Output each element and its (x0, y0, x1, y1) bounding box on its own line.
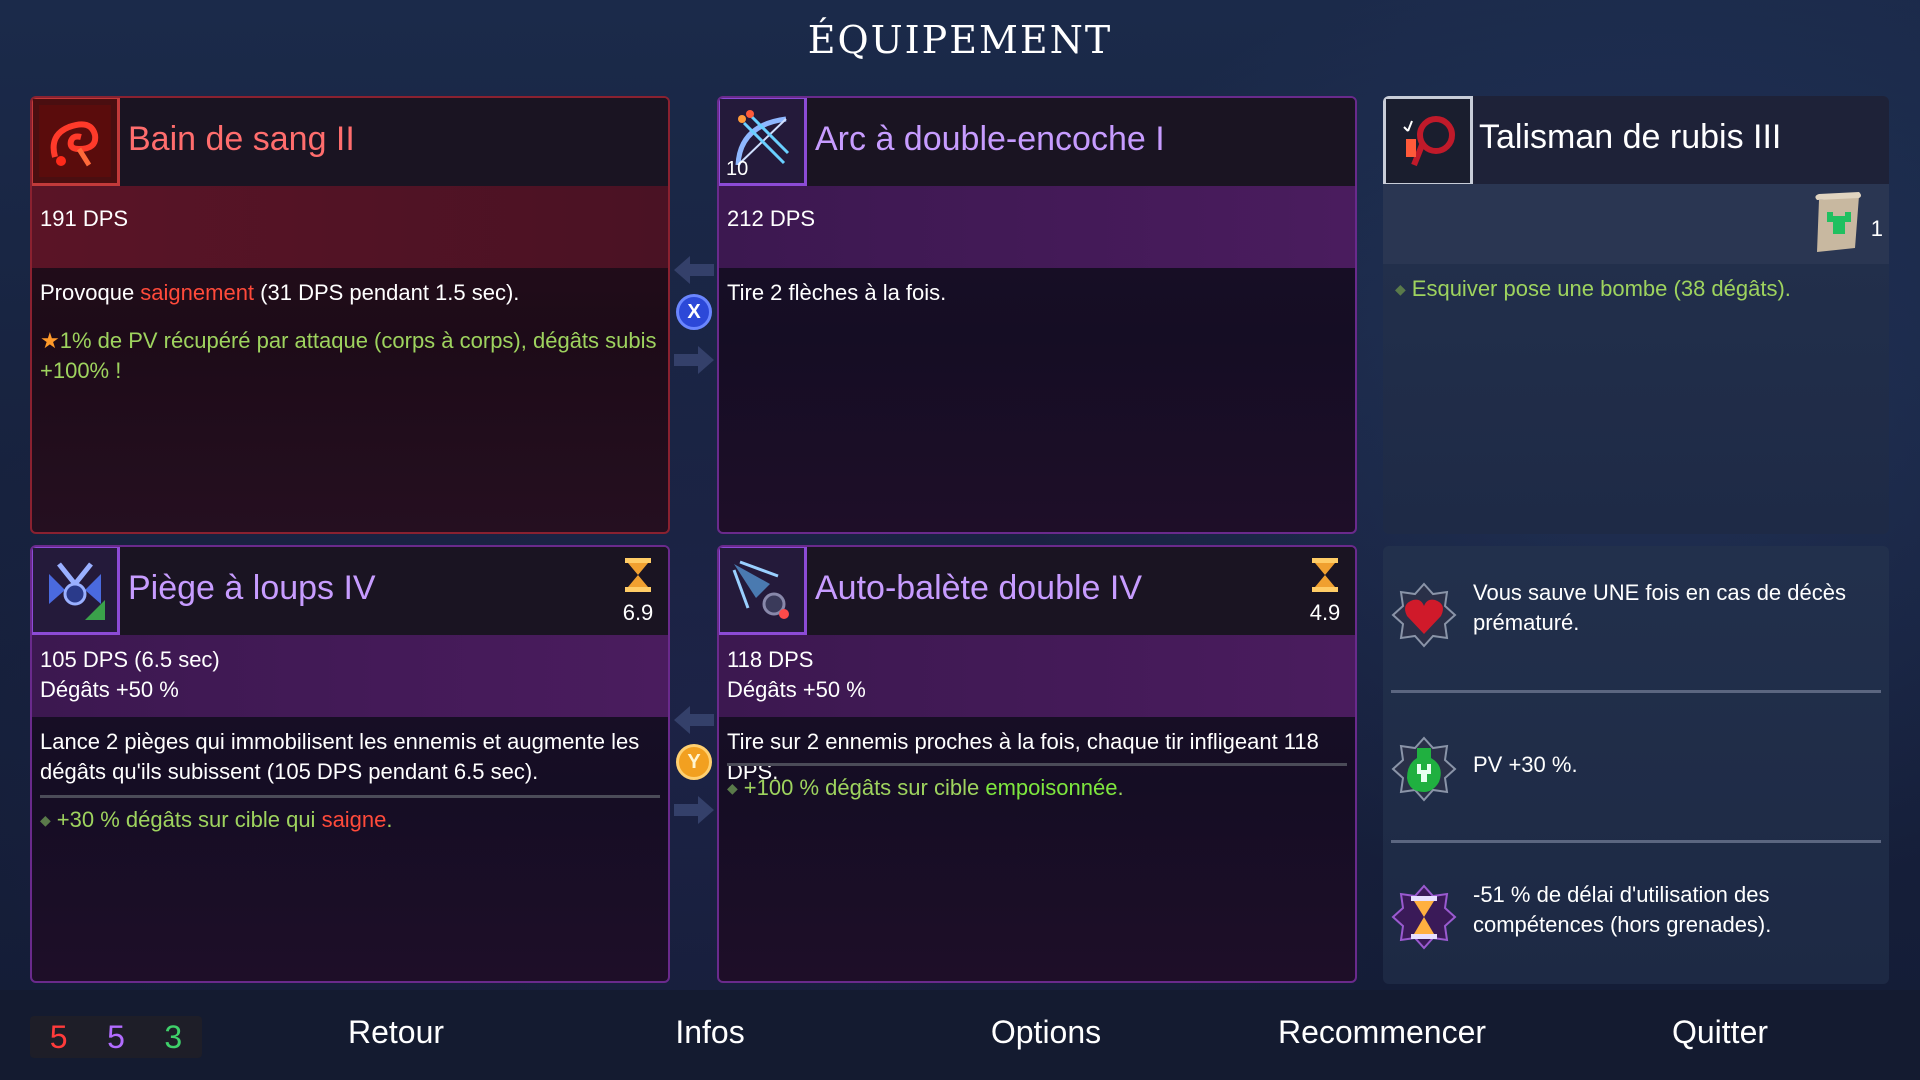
swap-arrow-right-icon (674, 346, 714, 374)
tactics-count: 5 (107, 1018, 125, 1055)
weapon-name: Bain de sang II (128, 120, 355, 158)
weapon-dps: 191 DPS (40, 206, 129, 231)
bleed-keyword: saigne (321, 807, 387, 832)
bottom-menu-bar (0, 990, 1920, 1080)
mutation-description: -51 % de délai d'utilisation des compéte… (1473, 882, 1772, 937)
cooldown-indicator: 4.9 (1303, 557, 1347, 626)
blood-whip-icon (32, 98, 120, 186)
swap-weapons-button[interactable]: X (676, 294, 712, 330)
divider (727, 763, 1347, 766)
desc-text: (31 DPS pendant 1.5 sec). (254, 280, 520, 305)
weapon-card-secondary[interactable]: 10 Arc à double-encoche I 212 DPS Tire 2… (717, 96, 1357, 534)
skill-bonus: ◆ +30 % dégâts sur cible qui saigne. (40, 805, 660, 835)
amulet-name: Talisman de rubis III (1479, 118, 1782, 156)
divider (1391, 840, 1881, 843)
bonus-text: . (386, 807, 393, 832)
wolf-trap-icon (32, 547, 120, 635)
weapon-description: Tire 2 flèches à la fois. (727, 280, 947, 305)
hourglass-mutation-icon (1391, 884, 1457, 950)
hourglass-icon (1312, 558, 1338, 592)
scroll-count: 1 (1870, 216, 1883, 241)
swap-arrow-left-icon (674, 706, 714, 734)
weapon-card-primary[interactable]: Bain de sang II 191 DPS Provoque saignem… (30, 96, 670, 534)
bullet-icon: ◆ (40, 812, 51, 828)
skill-dps: 118 DPS (727, 647, 814, 672)
skill-stats: 118 DPS Dégâts +50 % (719, 635, 1355, 717)
brutality-count: 5 (49, 1018, 68, 1055)
skill-dps: 105 DPS (6.5 sec) (40, 647, 220, 672)
swap-weapons-control[interactable]: X (670, 250, 718, 380)
legendary-bonus-text: 1% de PV récupéré par attaque (corps à c… (40, 328, 657, 383)
weapon-dps: 212 DPS (727, 206, 816, 231)
bonus-text: . (1117, 775, 1124, 800)
swap-skills-control[interactable]: Y (670, 700, 718, 830)
cooldown-value: 6.9 (622, 600, 654, 625)
swap-arrow-left-icon (674, 256, 714, 284)
options-button[interactable]: Options (976, 1014, 1116, 1051)
scroll-stats: 5 5 3 (30, 1016, 202, 1058)
mutations-panel: Vous sauve UNE fois en cas de décès prém… (1383, 546, 1889, 984)
screen-title: ÉQUIPEMENT (807, 18, 1113, 62)
weapon-description: Provoque saignement (31 DPS pendant 1.5 … (40, 278, 660, 308)
divider (1391, 690, 1881, 693)
heart-mutation-icon (1391, 582, 1457, 648)
skill-bonus: ◆ +100 % dégâts sur cible empoisonnée. (727, 773, 1347, 803)
skill-card-primary[interactable]: Piège à loups IV 6.9 105 DPS (6.5 sec) D… (30, 545, 670, 983)
back-button[interactable]: Retour (246, 1010, 546, 1060)
restart-button[interactable]: Recommencer (1262, 1014, 1502, 1051)
hourglass-icon (625, 558, 651, 592)
swap-skills-button[interactable]: Y (676, 744, 712, 780)
quit-button[interactable]: Quitter (1650, 1014, 1790, 1051)
legendary-bonus: ★1% de PV récupéré par attaque (corps à … (40, 326, 660, 386)
info-button[interactable]: Infos (640, 1014, 780, 1051)
mutation-item[interactable]: PV +30 %. (1389, 722, 1879, 812)
divider (40, 795, 660, 798)
bullet-icon: ◆ (727, 780, 738, 796)
mutation-description: Vous sauve UNE fois en cas de décès prém… (1473, 580, 1846, 635)
skill-damage-bonus: Dégâts +50 % (40, 677, 179, 702)
skill-name: Auto-balète double IV (815, 569, 1143, 607)
double-bow-icon: 10 (719, 98, 807, 186)
health-scroll-icon (1815, 192, 1861, 252)
weapon-stats: 212 DPS (719, 186, 1355, 268)
skill-description: Lance 2 pièges qui immobilisent les enne… (40, 729, 640, 784)
mutation-description: PV +30 %. (1473, 752, 1578, 777)
weapon-stats: 191 DPS (32, 186, 668, 268)
weapon-name: Arc à double-encoche I (815, 120, 1165, 158)
desc-text: Provoque (40, 280, 141, 305)
survival-count: 3 (164, 1018, 183, 1055)
skill-card-secondary[interactable]: Auto-balète double IV 4.9 118 DPS Dégâts… (717, 545, 1357, 983)
amulet-card[interactable]: Talisman de rubis III 1 ◆ Esquiver pose u… (1383, 96, 1889, 534)
double-crossbow-turret-icon (719, 547, 807, 635)
cooldown-indicator: 6.9 (616, 557, 660, 626)
poison-keyword: empoisonnée (985, 775, 1118, 800)
ruby-talisman-icon (1383, 96, 1473, 186)
skill-name: Piège à loups IV (128, 569, 376, 607)
health-potion-mutation-icon (1391, 736, 1457, 802)
bonus-text: +100 % dégâts sur cible (743, 775, 986, 800)
swap-arrow-right-icon (674, 796, 714, 824)
mutation-item[interactable]: Vous sauve UNE fois en cas de décès prém… (1389, 568, 1879, 658)
bonus-text: +30 % dégâts sur cible qui (56, 807, 322, 832)
item-level-badge: 10 (726, 158, 749, 180)
bleed-keyword: saignement (140, 280, 255, 305)
skill-damage-bonus: Dégâts +50 % (727, 677, 866, 702)
cooldown-value: 4.9 (1309, 600, 1341, 625)
mutation-item[interactable]: -51 % de délai d'utilisation des compéte… (1389, 870, 1879, 960)
legendary-star-icon: ★ (40, 328, 60, 353)
amulet-bonus: ◆ Esquiver pose une bombe (38 dégâts). (1395, 274, 1791, 304)
bullet-icon: ◆ (1395, 281, 1406, 297)
skill-stats: 105 DPS (6.5 sec) Dégâts +50 % (32, 635, 668, 717)
amulet-bonus-text: Esquiver pose une bombe (38 dégâts). (1411, 276, 1791, 301)
